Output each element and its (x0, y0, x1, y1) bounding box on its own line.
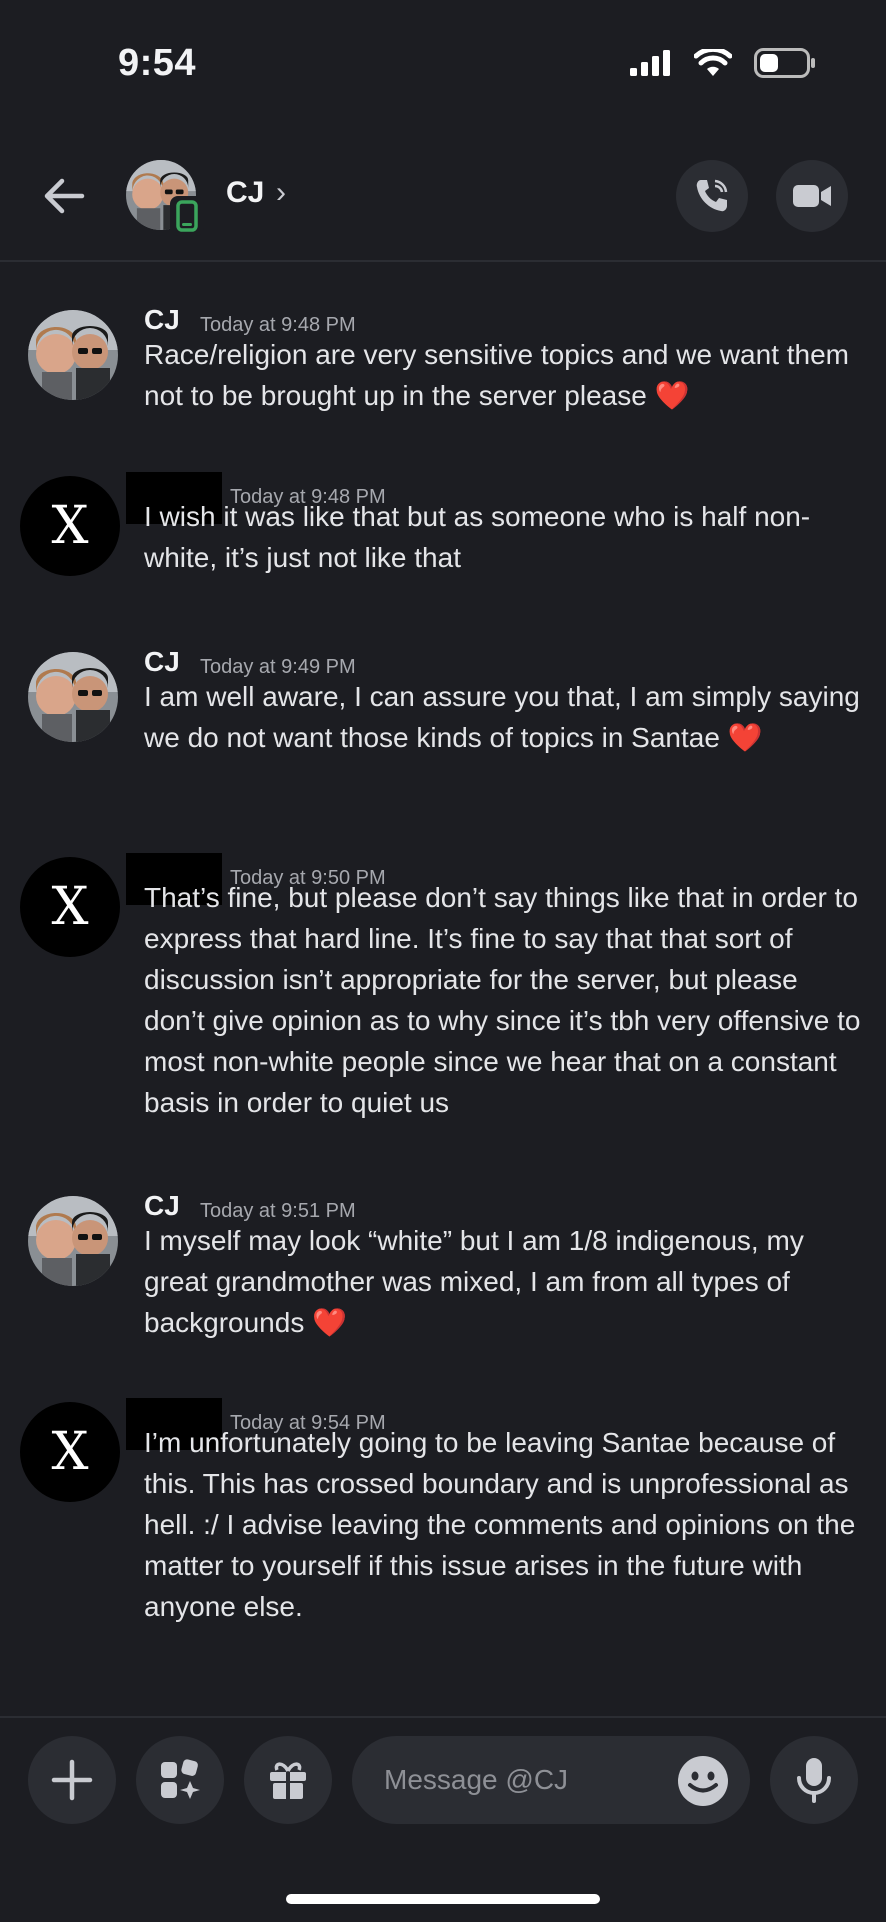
gift-button[interactable] (244, 1736, 332, 1824)
header-title[interactable]: CJ (226, 176, 264, 210)
user-avatar[interactable] (28, 652, 118, 742)
user-avatar[interactable] (28, 310, 118, 400)
microphone-icon (797, 1758, 831, 1803)
message-text: I am well aware, I can assure you that, … (144, 676, 864, 758)
video-camera-icon (793, 185, 831, 207)
user-avatar[interactable]: X (20, 476, 120, 576)
gift-icon (270, 1762, 306, 1799)
user-avatar[interactable]: X (20, 1402, 120, 1502)
chevron-right-icon[interactable]: › (276, 176, 286, 210)
voice-message-button[interactable] (770, 1736, 858, 1824)
status-bar: 9:54 (0, 0, 886, 120)
avatar-letter: X (51, 1422, 89, 1482)
selfie-avatar-image (28, 652, 118, 742)
status-icons (630, 48, 816, 78)
message-content: I myself may look “white” but I am 1/8 i… (144, 1225, 804, 1338)
mobile-status-badge (170, 196, 204, 236)
battery-icon (754, 48, 815, 78)
voice-call-icon (696, 179, 728, 212)
selfie-avatar-image (28, 310, 118, 400)
heart-emoji: ❤️ (312, 1307, 347, 1338)
message-text: I’m unfortunately going to be leaving Sa… (144, 1427, 856, 1622)
message-text: Race/religion are very sensitive topics … (144, 334, 864, 416)
phone-icon (176, 200, 198, 232)
cellular-signal-icon (630, 50, 670, 76)
avatar-letter: X (51, 496, 89, 556)
emoji-icon (679, 1757, 727, 1805)
plus-icon (51, 1759, 93, 1801)
message-author[interactable]: CJ (144, 304, 180, 336)
home-indicator[interactable] (286, 1894, 600, 1904)
message-author[interactable]: CJ (144, 646, 180, 678)
message-text: That’s fine, but please don’t say things… (144, 882, 861, 1118)
message-content: Race/religion are very sensitive topics … (144, 339, 850, 411)
message-composer (0, 1716, 886, 1922)
user-avatar[interactable]: X (20, 857, 120, 957)
apps-icon (161, 1759, 200, 1799)
avatar-letter: X (51, 877, 89, 937)
message-text: I myself may look “white” but I am 1/8 i… (144, 1220, 864, 1343)
dm-header: CJ › (0, 150, 886, 262)
emoji-button[interactable] (678, 1756, 728, 1806)
message-text: I wish it was like that but as someone w… (144, 501, 811, 573)
apps-button[interactable] (136, 1736, 224, 1824)
heart-emoji: ❤️ (727, 722, 763, 753)
voice-call-button[interactable] (676, 160, 748, 232)
back-arrow-icon (44, 178, 85, 214)
heart-emoji: ❤️ (654, 380, 690, 411)
back-button[interactable] (40, 172, 88, 220)
message-author[interactable]: CJ (144, 1190, 180, 1222)
user-avatar[interactable] (28, 1196, 118, 1286)
video-call-button[interactable] (776, 160, 848, 232)
wifi-icon (694, 49, 732, 76)
status-time: 9:54 (118, 42, 197, 84)
add-attachment-button[interactable] (28, 1736, 116, 1824)
selfie-avatar-image (28, 1196, 118, 1286)
